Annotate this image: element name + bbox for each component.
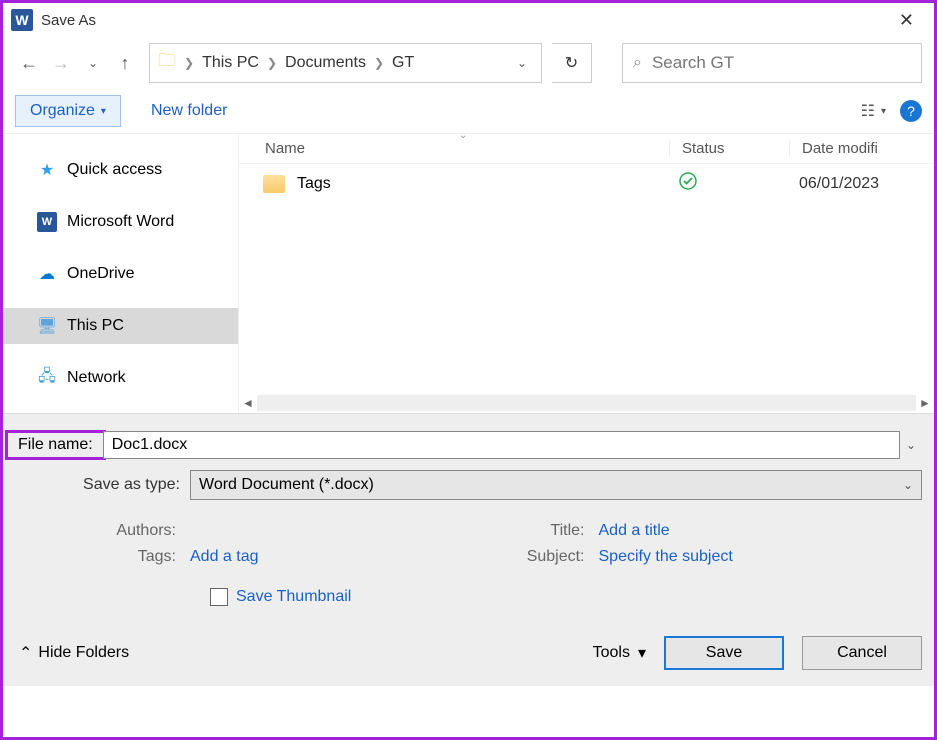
sidebar-item-label: OneDrive xyxy=(67,265,135,283)
folder-icon xyxy=(263,175,285,193)
forward-button[interactable]: → xyxy=(47,49,75,77)
title-label: Title: xyxy=(469,522,599,540)
address-dropdown[interactable]: ⌄ xyxy=(511,56,533,70)
column-header-name[interactable]: Name xyxy=(239,140,669,157)
filename-input[interactable] xyxy=(103,431,900,459)
authors-label: Authors: xyxy=(15,522,190,540)
sidebar-item-quick-access[interactable]: ★ Quick access xyxy=(3,152,238,188)
sort-indicator-icon: ⌄ xyxy=(459,130,467,141)
sidebar-item-label: This PC xyxy=(67,317,124,335)
up-button[interactable]: ↑ xyxy=(111,49,139,77)
column-header-status[interactable]: Status xyxy=(669,140,789,157)
filename-dropdown[interactable]: ⌄ xyxy=(900,438,922,452)
recent-locations-dropdown[interactable]: ⌄ xyxy=(79,49,107,77)
save-thumbnail-checkbox[interactable] xyxy=(210,588,228,606)
view-icon: ☷ xyxy=(861,101,875,121)
sidebar-item-this-pc[interactable]: 🖥 This PC xyxy=(3,308,238,344)
chevron-right-icon: ❯ xyxy=(267,56,277,70)
word-app-icon: W xyxy=(11,9,33,31)
hide-folders-label: Hide Folders xyxy=(38,644,129,662)
window-title: Save As xyxy=(41,12,887,29)
chevron-right-icon: ❯ xyxy=(374,56,384,70)
sidebar-item-network[interactable]: 🖧 Network xyxy=(3,360,238,396)
search-icon: ⌕ xyxy=(633,54,642,72)
chevron-down-icon: ▾ xyxy=(881,106,886,117)
breadcrumb-gt[interactable]: GT xyxy=(392,54,414,72)
folder-icon: 🗀 xyxy=(158,48,176,78)
scroll-track[interactable] xyxy=(257,395,916,411)
chevron-down-icon: ⌄ xyxy=(903,478,913,492)
breadcrumb-this-pc[interactable]: This PC xyxy=(202,54,259,72)
save-type-value: Word Document (*.docx) xyxy=(199,476,374,494)
file-list: ⌄ Name Status Date modifi Tags 06/01/202… xyxy=(238,134,934,413)
title-field[interactable]: Add a title xyxy=(599,522,670,540)
search-input[interactable] xyxy=(652,53,911,73)
organize-button[interactable]: Organize ▾ xyxy=(15,95,121,127)
word-icon: W xyxy=(37,212,57,232)
address-bar[interactable]: 🗀 ❯ This PC ❯ Documents ❯ GT ⌄ xyxy=(149,43,542,83)
subject-field[interactable]: Specify the subject xyxy=(599,548,733,566)
chevron-right-icon: ❯ xyxy=(184,56,194,70)
sidebar-item-word[interactable]: W Microsoft Word xyxy=(3,204,238,240)
sidebar-item-label: Quick access xyxy=(67,161,162,179)
cancel-button[interactable]: Cancel xyxy=(802,636,922,670)
tools-label: Tools xyxy=(593,644,630,662)
scroll-right-button[interactable]: ► xyxy=(916,396,934,410)
cloud-icon: ☁ xyxy=(37,264,57,284)
file-name: Tags xyxy=(297,175,331,193)
star-icon: ★ xyxy=(37,160,57,180)
breadcrumb-documents[interactable]: Documents xyxy=(285,54,366,72)
search-box[interactable]: ⌕ xyxy=(622,43,922,83)
save-button[interactable]: Save xyxy=(664,636,784,670)
sync-status-icon xyxy=(669,172,789,195)
help-button[interactable]: ? xyxy=(900,100,922,122)
chevron-up-icon: ⌃ xyxy=(19,643,32,663)
organize-label: Organize xyxy=(30,102,95,120)
hide-folders-button[interactable]: ⌃ Hide Folders xyxy=(15,643,129,663)
chevron-down-icon: ▾ xyxy=(101,106,106,117)
sidebar-item-label: Microsoft Word xyxy=(67,213,174,231)
subject-label: Subject: xyxy=(469,548,599,566)
network-icon: 🖧 xyxy=(37,368,57,388)
column-header-date[interactable]: Date modifi xyxy=(789,140,934,157)
new-folder-button[interactable]: New folder xyxy=(151,102,227,120)
chevron-down-icon: ▾ xyxy=(638,643,646,663)
save-type-label: Save as type: xyxy=(15,476,190,494)
filename-label: File name: xyxy=(12,436,99,454)
save-type-select[interactable]: Word Document (*.docx) ⌄ xyxy=(190,470,922,500)
tags-label: Tags: xyxy=(15,548,190,566)
view-options-button[interactable]: ☷ ▾ xyxy=(861,101,886,121)
file-date: 06/01/2023 xyxy=(789,175,934,193)
file-row[interactable]: Tags 06/01/2023 xyxy=(239,164,934,203)
close-button[interactable]: ✕ xyxy=(887,4,926,37)
sidebar-item-label: Network xyxy=(67,369,126,387)
scroll-left-button[interactable]: ◄ xyxy=(239,396,257,410)
sidebar-item-onedrive[interactable]: ☁ OneDrive xyxy=(3,256,238,292)
horizontal-scrollbar[interactable]: ◄ ► xyxy=(239,393,934,413)
back-button[interactable]: ← xyxy=(15,49,43,77)
navigation-pane: ★ Quick access W Microsoft Word ☁ OneDri… xyxy=(3,134,238,413)
tags-field[interactable]: Add a tag xyxy=(190,548,259,566)
refresh-button[interactable]: ↻ xyxy=(552,43,592,83)
tools-dropdown[interactable]: Tools ▾ xyxy=(593,643,646,663)
pc-icon: 🖥 xyxy=(37,316,57,336)
save-thumbnail-label: Save Thumbnail xyxy=(236,588,351,606)
